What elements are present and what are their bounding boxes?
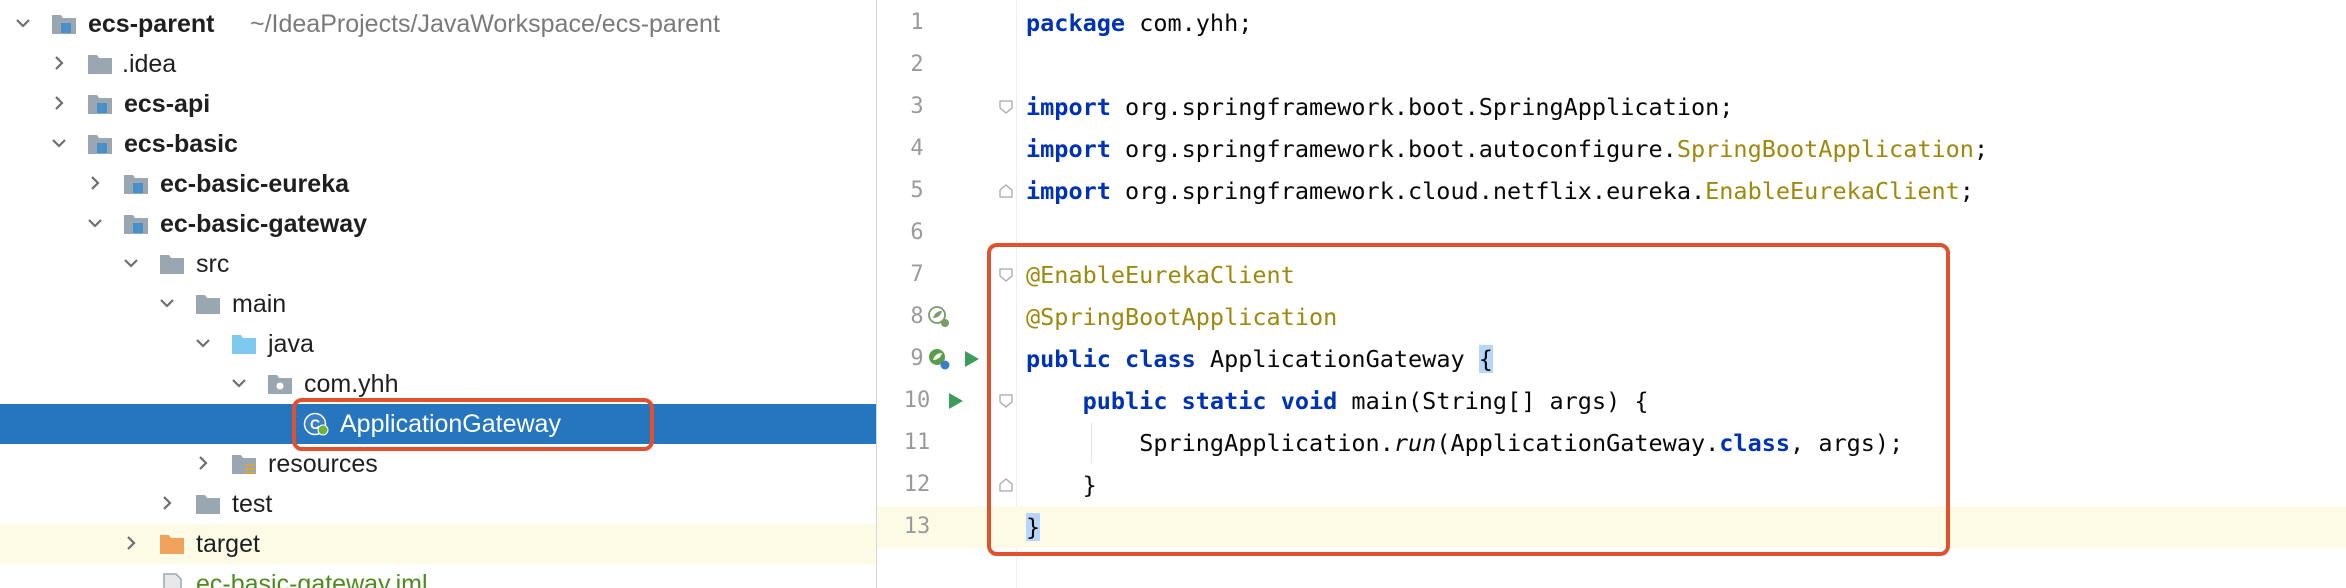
iml-file-icon — [158, 572, 186, 588]
chevron-right-icon[interactable] — [120, 532, 142, 554]
keyword: import — [1026, 177, 1111, 205]
line-number: 12 — [903, 472, 931, 497]
run-icon[interactable] — [959, 347, 983, 371]
chevron-down-icon[interactable] — [120, 252, 142, 274]
tree-item-target[interactable]: target — [0, 524, 876, 564]
import-path: org.springframework.boot.autoconfigure. — [1110, 135, 1677, 163]
annotation-class: EnableEurekaClient — [1705, 177, 1960, 205]
chevron-right-icon[interactable] — [156, 492, 178, 514]
tree-item-label: ec-basic-eureka — [160, 170, 350, 198]
tree-item-idea[interactable]: .idea — [0, 44, 876, 84]
source-folder-icon — [230, 332, 258, 356]
fold-start-icon[interactable] — [998, 99, 1014, 115]
chevron-right-icon[interactable] — [84, 172, 106, 194]
line-number: 4 — [910, 136, 924, 161]
code-text: package com.yhh; — [1026, 9, 1252, 37]
chevron-right-icon[interactable] — [192, 452, 214, 474]
tree-item-label: java — [268, 330, 314, 358]
semicolon: ; — [1973, 135, 1989, 163]
semicolon: ; — [1959, 177, 1974, 205]
chevron-right-icon[interactable] — [48, 92, 70, 114]
tree-item-test[interactable]: test — [0, 484, 876, 524]
keyword: package — [1026, 9, 1126, 37]
module-folder-icon — [122, 172, 150, 196]
chevron-right-icon[interactable] — [48, 52, 70, 74]
tree-item-label: src — [196, 250, 230, 278]
tree-item-ecs-basic[interactable]: ecs-basic — [0, 124, 876, 164]
tree-item-label: .idea — [122, 50, 177, 78]
annotation-class: SpringBootApplication — [1676, 135, 1974, 163]
import-path: org.springframework.cloud.netflix.eureka… — [1110, 177, 1706, 205]
tree-item-ecs-api[interactable]: ecs-api — [0, 84, 876, 124]
folder-icon — [86, 52, 114, 76]
tree-item-label: ecs-basic — [124, 130, 238, 158]
excluded-folder-icon — [158, 532, 186, 556]
keyword: import — [1026, 93, 1111, 121]
tree-item-ecs-parent[interactable]: ecs-parent ~/IdeaProjects/JavaWorkspace/… — [0, 4, 876, 44]
line-number: 6 — [910, 220, 924, 245]
code-editor[interactable]: 1 package com.yhh; 2 3 import org.spring… — [877, 0, 2346, 588]
run-icon[interactable] — [943, 389, 967, 413]
tree-item-label: ec-basic-gateway — [160, 210, 368, 238]
line-number: 3 — [910, 94, 924, 119]
keyword: import — [1026, 135, 1111, 163]
module-folder-icon — [122, 212, 150, 236]
tree-item-label: main — [232, 290, 287, 318]
tree-item-java[interactable]: java — [0, 324, 876, 364]
tree-item-src[interactable]: src — [0, 244, 876, 284]
tree-item-label: ecs-api — [124, 90, 211, 118]
tree-item-label: target — [196, 530, 260, 558]
highlight-box — [292, 398, 654, 451]
folder-icon — [194, 492, 222, 516]
package-name: com.yhh; — [1125, 9, 1253, 37]
tree-item-ec-basic-gateway[interactable]: ec-basic-gateway — [0, 204, 876, 244]
tree-item-label: ec-basic-gateway.iml — [196, 570, 428, 588]
line-number: 5 — [910, 178, 924, 203]
code-line-5[interactable]: 5 import org.springframework.cloud.netfl… — [877, 170, 2346, 212]
code-text: import org.springframework.boot.autoconf… — [1026, 135, 1988, 163]
package-icon — [266, 372, 294, 396]
line-number: 2 — [910, 52, 924, 77]
folder-icon — [158, 252, 186, 276]
module-folder-icon — [50, 12, 78, 36]
tree-item-label: ecs-parent — [88, 10, 215, 38]
tree-item-iml-file[interactable]: ec-basic-gateway.iml — [0, 564, 876, 588]
line-number: 13 — [903, 514, 931, 539]
import-path: org.springframework.boot.SpringApplicati… — [1110, 93, 1734, 121]
folder-icon — [194, 292, 222, 316]
project-path: ~/IdeaProjects/JavaWorkspace/ecs-parent — [250, 10, 720, 38]
line-number: 7 — [910, 262, 924, 287]
spring-boot-icon[interactable] — [927, 347, 951, 371]
tree-item-ec-basic-eureka[interactable]: ec-basic-eureka — [0, 164, 876, 204]
tree-item-main[interactable]: main — [0, 284, 876, 324]
code-text: import org.springframework.boot.SpringAp… — [1026, 93, 1733, 121]
spring-bean-icon[interactable] — [927, 305, 951, 329]
project-tool-window: ecs-parent ~/IdeaProjects/JavaWorkspace/… — [0, 0, 876, 588]
module-folder-icon — [86, 92, 114, 116]
code-line-2[interactable]: 2 — [877, 44, 2346, 86]
chevron-down-icon[interactable] — [228, 372, 250, 394]
code-line-4[interactable]: 4 import org.springframework.boot.autoco… — [877, 128, 2346, 170]
tree-item-label: test — [232, 490, 273, 518]
chevron-down-icon[interactable] — [192, 332, 214, 354]
resources-folder-icon — [230, 452, 258, 476]
code-text: import org.springframework.cloud.netflix… — [1026, 177, 1974, 205]
chevron-down-icon[interactable] — [84, 212, 106, 234]
chevron-down-icon[interactable] — [48, 132, 70, 154]
code-line-3[interactable]: 3 import org.springframework.boot.Spring… — [877, 86, 2346, 128]
fold-end-icon[interactable] — [998, 183, 1014, 199]
tree-item-label: resources — [268, 450, 378, 478]
module-folder-icon — [86, 132, 114, 156]
tree-item-label: com.yhh — [304, 370, 399, 398]
code-line-1[interactable]: 1 package com.yhh; — [877, 2, 2346, 44]
line-number: 11 — [903, 430, 931, 455]
line-number: 1 — [910, 10, 924, 35]
chevron-down-icon[interactable] — [156, 292, 178, 314]
highlight-box — [987, 243, 1950, 556]
chevron-down-icon[interactable] — [12, 12, 34, 34]
